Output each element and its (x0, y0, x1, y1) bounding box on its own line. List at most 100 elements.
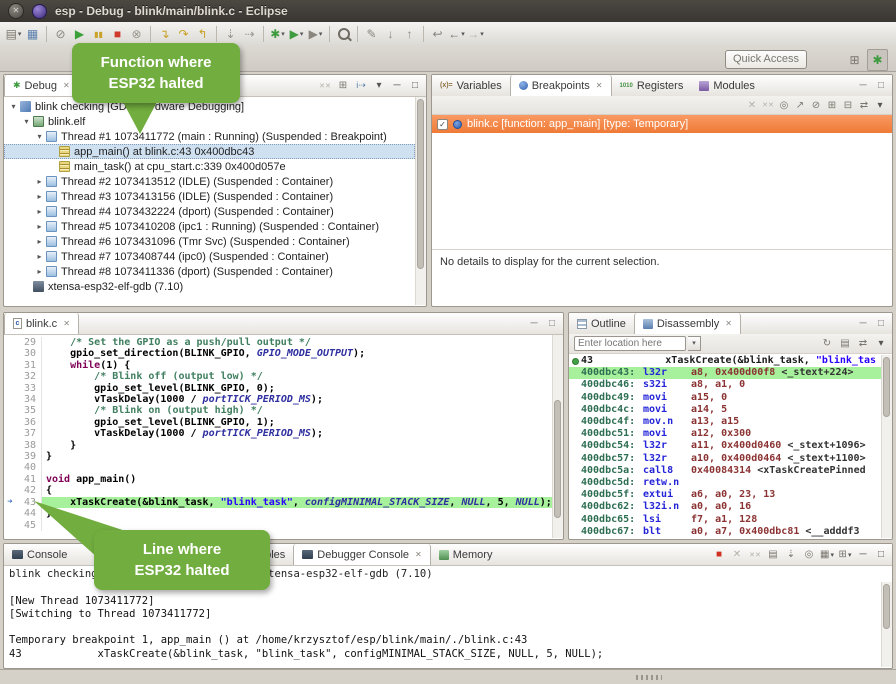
close-icon[interactable]: ✕ (63, 319, 70, 328)
disasm-instruction-row[interactable]: 400dbc4c:movia14, 5 (569, 404, 882, 416)
expander-icon[interactable]: ▸ (34, 207, 45, 216)
debug-tree-item[interactable]: ▸Thread #5 1073410208 (ipc1 : Running) (… (4, 219, 415, 234)
expander-icon[interactable]: ▾ (8, 102, 19, 111)
tab-modules[interactable]: Modules (691, 75, 763, 96)
code-line[interactable]: 34 vTaskDelay(1000 / portTICK_PERIOD_MS)… (4, 394, 553, 405)
debug-tree-item[interactable]: ▾blink.elf (4, 114, 415, 129)
disasm-instruction-row[interactable]: 400dbc62:l32i.na0, a0, 16 (569, 501, 882, 513)
debug-tree-item[interactable]: ▸Thread #7 1073408744 (ipc0) (Suspended … (4, 249, 415, 264)
run-icon[interactable]: ▶▾ (287, 24, 306, 44)
expander-icon[interactable]: ▸ (34, 237, 45, 246)
disasm-instruction-row[interactable]: 400dbc67:blta0, a7, 0x400dbc81 <__adddf3 (569, 526, 882, 538)
view-menu-icon[interactable]: ▾ (371, 78, 387, 93)
expander-icon[interactable]: ▸ (34, 252, 45, 261)
expander-icon[interactable]: ▸ (34, 177, 45, 186)
disasm-instruction-row[interactable]: 400dbc57:l32ra10, 0x400d0464 <_stext+110… (569, 453, 882, 465)
clear-console-icon[interactable]: ▤ (765, 547, 781, 562)
close-icon[interactable]: ✕ (415, 550, 422, 559)
remove-launch-icon[interactable]: ✕ (729, 547, 745, 562)
scrollbar-thumb[interactable] (883, 584, 890, 629)
code-line[interactable]: 40 (4, 462, 553, 473)
code-line[interactable]: 36 gpio_set_level(BLINK_GPIO, 1); (4, 417, 553, 428)
code-line[interactable]: 39} (4, 451, 553, 462)
suspend-icon[interactable]: ▮▮ (89, 24, 108, 44)
save-icon[interactable]: ▦ (23, 24, 42, 44)
console-scrollbar[interactable] (881, 582, 892, 667)
disasm-instruction-row[interactable]: 400dbc5f:extuia6, a0, 23, 13 (569, 489, 882, 501)
debug-tree-item[interactable]: ▸Thread #8 1073411336 (dport) (Suspended… (4, 264, 415, 279)
remove-all-launches-icon[interactable]: ✕✕ (747, 547, 763, 562)
code-line[interactable]: 44} (4, 508, 553, 519)
debug-tree-item[interactable]: app_main() at blink.c:43 0x400dbc43 (4, 144, 415, 159)
breakpoint-row[interactable]: ✓ blink.c [function: app_main] [type: Te… (432, 115, 892, 133)
connect-process-icon[interactable]: ⊞ (335, 78, 351, 93)
disconnect-icon[interactable]: ⊗ (127, 24, 146, 44)
debug-scrollbar[interactable] (415, 97, 426, 305)
link-with-debug-view-icon[interactable]: ⇄ (856, 98, 872, 113)
expander-icon[interactable]: ▸ (34, 267, 45, 276)
minimize-icon[interactable]: ─ (855, 547, 871, 562)
show-breakpoints-for-icon[interactable]: ◎ (776, 98, 792, 113)
new-wizard-icon[interactable]: ▤▾ (4, 24, 23, 44)
disasm-instruction-row[interactable]: 400dbc46:s32ia8, a1, 0 (569, 379, 882, 391)
debug-tree-item[interactable]: main_task() at cpu_start.c:339 0x400d057… (4, 159, 415, 174)
view-menu-icon[interactable]: ▾ (872, 98, 888, 113)
minimize-icon[interactable]: ─ (526, 316, 542, 331)
step-into-icon[interactable]: ↴ (155, 24, 174, 44)
breakpoint-checkbox[interactable]: ✓ (437, 119, 448, 130)
quick-access-button[interactable]: Quick Access (725, 50, 807, 69)
refresh-icon[interactable]: ↻ (819, 336, 835, 351)
close-icon[interactable]: ✕ (63, 81, 70, 90)
location-input[interactable] (574, 336, 686, 351)
open-perspective-icon[interactable]: ⊞ (845, 50, 864, 70)
forward-icon[interactable]: →▾ (466, 24, 485, 44)
expander-icon[interactable]: ▾ (21, 117, 32, 126)
tab-blink-c[interactable]: c blink.c ✕ (4, 313, 79, 334)
code-line[interactable]: ➔43 xTaskCreate(&blink_task, "blink_task… (4, 497, 553, 508)
debug-tree-item[interactable]: ▸Thread #6 1073431096 (Tmr Svc) (Suspend… (4, 234, 415, 249)
go-to-file-icon[interactable]: ↗ (792, 98, 808, 113)
expander-icon[interactable]: ▸ (34, 192, 45, 201)
expander-icon[interactable]: ▸ (34, 222, 45, 231)
open-console-icon[interactable]: ⊞▾ (837, 547, 853, 562)
code-line[interactable]: 32 /* Blink off (output low) */ (4, 371, 553, 382)
minimize-icon[interactable]: ─ (389, 78, 405, 93)
tab-memory[interactable]: Memory (431, 544, 501, 565)
terminate-icon[interactable]: ■ (711, 547, 727, 562)
code-line[interactable]: 29 /* Set the GPIO as a push/pull output… (4, 337, 553, 348)
location-dropdown-icon[interactable]: ▾ (688, 336, 701, 351)
mark-occurrences-icon[interactable]: ✎ (362, 24, 381, 44)
remove-all-breakpoints-icon[interactable]: ✕✕ (760, 98, 776, 113)
instruction-stepping-mode-icon[interactable]: i⇢ (353, 78, 369, 93)
pin-console-icon[interactable]: ◎ (801, 547, 817, 562)
code-line[interactable]: 35 /* Blink on (output high) */ (4, 405, 553, 416)
debug-perspective-icon[interactable]: ✱ (867, 49, 888, 71)
scrollbar-thumb[interactable] (554, 400, 561, 518)
window-close-button[interactable]: ✕ (8, 3, 24, 19)
minimize-icon[interactable]: ─ (855, 316, 871, 331)
tab-debugger-console[interactable]: Debugger Console ✕ (293, 544, 430, 565)
disasm-instruction-row[interactable]: 400dbc5a:call80x40084314 <xTaskCreatePin… (569, 465, 882, 477)
maximize-icon[interactable]: □ (544, 316, 560, 331)
close-icon[interactable]: ✕ (596, 81, 603, 90)
step-over-icon[interactable]: ↷ (174, 24, 193, 44)
code-line[interactable]: 41void app_main() (4, 474, 553, 485)
skip-all-breakpoints-icon[interactable]: ⊘ (808, 98, 824, 113)
resume-icon[interactable]: ▶ (70, 24, 89, 44)
tab-breakpoints[interactable]: Breakpoints ✕ (510, 75, 612, 96)
tab-outline[interactable]: Outline (569, 313, 634, 334)
disasm-instruction-row[interactable]: 400dbc54:l32ra11, 0x400d0460 <_stext+109… (569, 440, 882, 452)
external-tools-icon[interactable]: ▶▾ (306, 24, 325, 44)
maximize-icon[interactable]: □ (873, 316, 889, 331)
editor-scrollbar[interactable] (552, 335, 563, 538)
close-icon[interactable]: ✕ (725, 319, 732, 328)
tab-disassembly[interactable]: Disassembly ✕ (634, 313, 741, 334)
debug-tree-item[interactable]: ▸Thread #3 1073413156 (IDLE) (Suspended … (4, 189, 415, 204)
code-line[interactable]: 42{ (4, 485, 553, 496)
disasm-instruction-row[interactable]: 400dbc5d:retw.n (569, 477, 882, 489)
display-selected-console-icon[interactable]: ▦▾ (819, 547, 835, 562)
disasm-instruction-row[interactable]: 400dbc4f:mov.na13, a15 (569, 416, 882, 428)
disasm-instruction-row[interactable]: 400dbc49:movia15, 0 (569, 392, 882, 404)
next-annotation-icon[interactable]: ↓ (381, 24, 400, 44)
code-line[interactable]: 38 } (4, 440, 553, 451)
